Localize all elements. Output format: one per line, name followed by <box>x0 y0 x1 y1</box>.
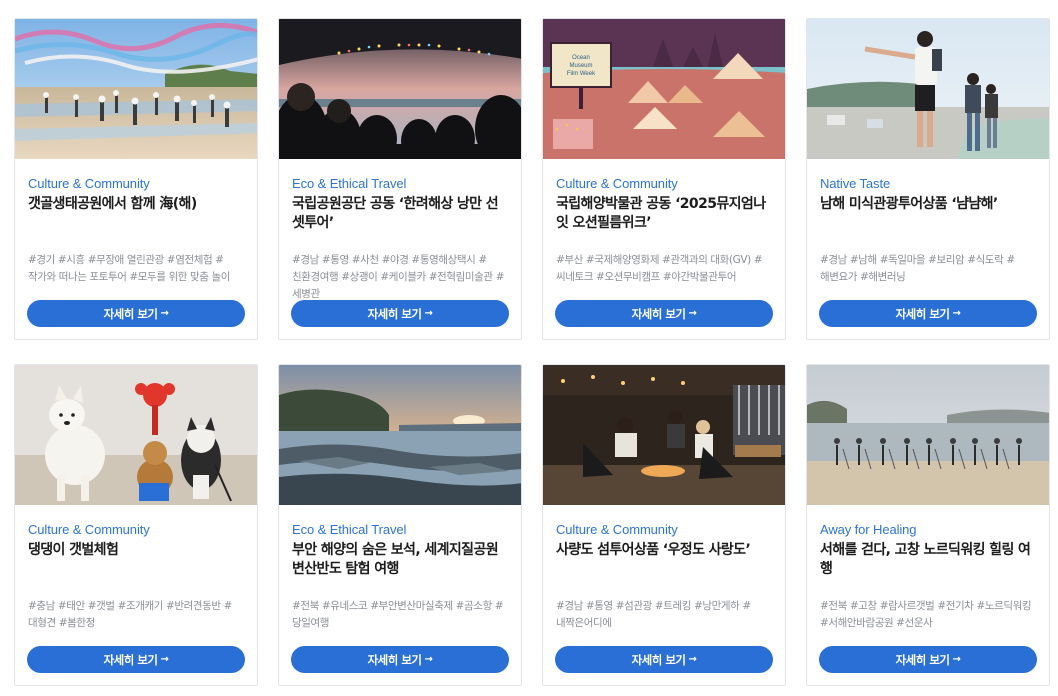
card-title[interactable]: 사량도 섬투어상품 ‘우정도 사랑도’ <box>556 541 772 581</box>
program-card[interactable]: Culture & Community 댕댕이 갯벌체험 #충남 #태안 #갯벌… <box>14 364 258 686</box>
camping-illustration[interactable]: Ocean Museum Film Week <box>543 19 785 159</box>
card-image-6 <box>279 365 521 505</box>
arrow-right-icon: → <box>160 654 169 665</box>
screen-text-2: Museum <box>569 63 592 69</box>
night-boat-photo[interactable] <box>279 19 521 159</box>
arrow-right-icon: → <box>160 308 169 319</box>
detail-button[interactable]: 자세히 보기 → <box>819 646 1037 673</box>
card-tags: #경남 #통영 #사천 #야경 #통영해상택시 #친환경여행 #상괭이 #케이블… <box>292 254 505 300</box>
detail-button[interactable]: 자세히 보기 → <box>291 300 509 327</box>
screen-text-1: Ocean <box>572 55 590 61</box>
card-title[interactable]: 댕댕이 갯벌체험 <box>28 541 244 581</box>
dogs-mudflat-photo[interactable] <box>15 365 257 505</box>
card-title[interactable]: 부안 해양의 숨은 보석, 세계지질공원 변산반도 탐험 여행 <box>292 541 508 581</box>
arrow-right-icon: → <box>688 308 697 319</box>
card-tags: #경남 #통영 #섬관광 #트레킹 #낭만게하 #내짝은어디에 <box>556 600 751 629</box>
detail-button-label: 자세히 보기 <box>103 306 158 321</box>
detail-button-label: 자세히 보기 <box>103 652 158 667</box>
card-category: Eco & Ethical Travel <box>292 176 407 191</box>
card-tags: #경남 #남해 #독일마을 #보리암 #식도락 #해변요가 #해변러닝 <box>820 254 1015 283</box>
card-image-5 <box>15 365 257 505</box>
card-tags: #경기 #시흥 #무장애 열린관광 #염전체험 #작가와 떠나는 포토투어 #모… <box>28 254 230 283</box>
card-tags: #전북 #고창 #람사르갯벌 #전기차 #노르딕워킹 #서해안바람공원 #선운사 <box>820 600 1032 629</box>
card-image-4 <box>807 19 1049 159</box>
screen-text-3: Film Week <box>567 71 596 77</box>
arrow-right-icon: → <box>952 308 961 319</box>
detail-button[interactable]: 자세히 보기 → <box>291 646 509 673</box>
card-image-8 <box>807 365 1049 505</box>
card-image-3: Ocean Museum Film Week <box>543 19 785 159</box>
detail-button-label: 자세히 보기 <box>895 652 950 667</box>
card-category: Culture & Community <box>28 522 150 537</box>
arrow-right-icon: → <box>424 308 433 319</box>
card-category: Away for Healing <box>820 522 917 537</box>
card-title[interactable]: 국립공원공단 공동 ‘한려해상 낭만 선셋투어’ <box>292 195 508 235</box>
detail-button-label: 자세히 보기 <box>895 306 950 321</box>
program-card[interactable]: Native Taste 남해 미식관광투어상품 ‘냠냠해’ #경남 #남해 #… <box>806 18 1050 340</box>
card-title[interactable]: 갯골생태공원에서 함께 海(해) <box>28 195 244 235</box>
card-tags: #충남 #태안 #갯벌 #조개캐기 #반려견동반 #대형견 #봄한정 <box>28 600 232 629</box>
card-tags: #전북 #유네스코 #부안변산마실축제 #곰소항 #당일여행 <box>292 600 504 629</box>
detail-button[interactable]: 자세히 보기 → <box>555 300 773 327</box>
detail-button[interactable]: 자세히 보기 → <box>555 646 773 673</box>
program-card[interactable]: Eco & Ethical Travel 국립공원공단 공동 ‘한려해상 낭만 … <box>278 18 522 340</box>
detail-button-label: 자세히 보기 <box>631 652 686 667</box>
salt-flat-photo[interactable] <box>15 19 257 159</box>
card-category: Eco & Ethical Travel <box>292 522 407 537</box>
nordic-walking-photo[interactable] <box>807 365 1049 505</box>
arrow-right-icon: → <box>952 654 961 665</box>
card-category: Culture & Community <box>556 522 678 537</box>
arrow-right-icon: → <box>688 654 697 665</box>
detail-button-label: 자세히 보기 <box>367 306 422 321</box>
night-camping-photo[interactable] <box>543 365 785 505</box>
arrow-right-icon: → <box>424 654 433 665</box>
seaside-walkers-photo[interactable] <box>807 19 1049 159</box>
detail-button[interactable]: 자세히 보기 → <box>27 646 245 673</box>
detail-button-label: 자세히 보기 <box>631 306 686 321</box>
card-category: Native Taste <box>820 176 891 191</box>
card-category: Culture & Community <box>28 176 150 191</box>
program-card[interactable]: Eco & Ethical Travel 부안 해양의 숨은 보석, 세계지질공… <box>278 364 522 686</box>
program-card[interactable]: Away for Healing 서해를 걷다, 고창 노르딕워킹 힐링 여행 … <box>806 364 1050 686</box>
card-title[interactable]: 국립해양박물관 공동 ‘2025뮤지엄나잇 오션필름위크’ <box>556 195 772 235</box>
card-image-2 <box>279 19 521 159</box>
card-image-7 <box>543 365 785 505</box>
detail-button[interactable]: 자세히 보기 → <box>27 300 245 327</box>
card-title[interactable]: 남해 미식관광투어상품 ‘냠냠해’ <box>820 195 1036 235</box>
program-card[interactable]: Ocean Museum Film Week Culture & Communi… <box>542 18 786 340</box>
program-card-grid: Culture & Community 갯골생태공원에서 함께 海(해) #경기… <box>14 18 1050 686</box>
detail-button-label: 자세히 보기 <box>367 652 422 667</box>
program-card[interactable]: Culture & Community 갯골생태공원에서 함께 海(해) #경기… <box>14 18 258 340</box>
card-category: Culture & Community <box>556 176 678 191</box>
card-title[interactable]: 서해를 걷다, 고창 노르딕워킹 힐링 여행 <box>820 541 1036 581</box>
program-card[interactable]: Culture & Community 사량도 섬투어상품 ‘우정도 사랑도’ … <box>542 364 786 686</box>
rocky-coast-photo[interactable] <box>279 365 521 505</box>
card-image-1 <box>15 19 257 159</box>
card-tags: #부산 #국제해양영화제 #관객과의 대화(GV) #씨네토크 #오션무비캠프 … <box>556 254 763 283</box>
detail-button[interactable]: 자세히 보기 → <box>819 300 1037 327</box>
